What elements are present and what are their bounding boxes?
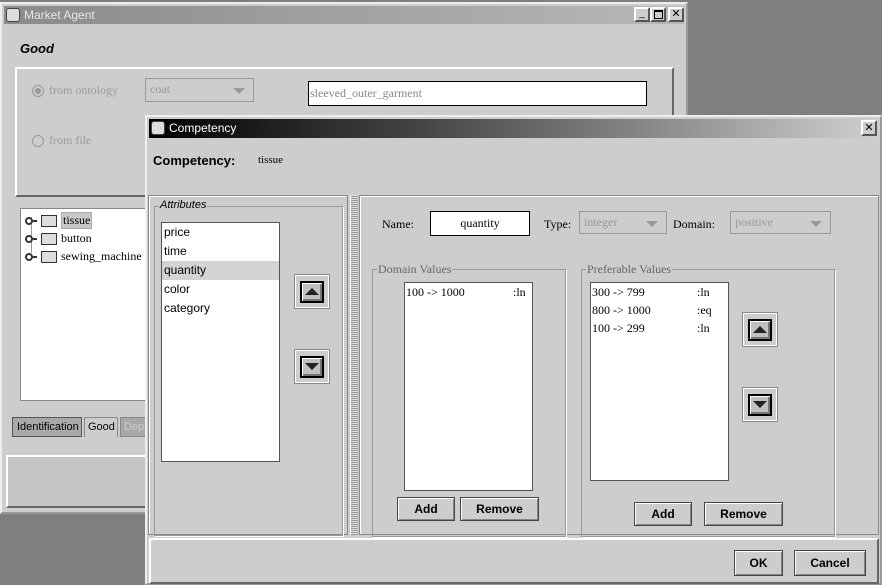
value-range: 100 -> 1000 xyxy=(406,285,465,299)
attribute-item[interactable]: category xyxy=(162,299,279,318)
value-range: 300 -> 799 xyxy=(592,285,645,299)
value-item[interactable]: 800 -> 1000 :eq xyxy=(591,301,728,319)
dialog-button-bar: OK Cancel xyxy=(149,538,879,584)
ontology-combo[interactable]: coat xyxy=(145,78,254,102)
preferable-add-button[interactable]: Add xyxy=(634,502,692,526)
competency-header-value: tissue xyxy=(258,154,284,166)
radio-label: from ontology xyxy=(49,83,118,97)
attributes-list[interactable]: price time quantity color category xyxy=(161,222,280,462)
competency-titlebar[interactable]: Competency ✕ xyxy=(149,119,879,138)
radio-label: from file xyxy=(49,133,92,147)
combo-value: coat xyxy=(150,82,170,96)
minimize-button[interactable]: _ xyxy=(634,7,650,22)
attributes-panel: Attributes price time quantity color categor… xyxy=(148,195,348,536)
radio-unselected-icon xyxy=(32,134,44,147)
expand-handle-icon[interactable] xyxy=(25,216,37,225)
tree-node-label: tissue xyxy=(61,212,93,229)
arrow-up-icon xyxy=(753,326,767,333)
domain-label: Domain: xyxy=(673,217,715,231)
radio-from-file[interactable]: from file xyxy=(32,133,91,148)
value-range: 800 -> 1000 xyxy=(592,303,651,317)
cancel-button[interactable]: Cancel xyxy=(794,550,866,576)
arrow-down-icon xyxy=(305,363,319,370)
attributes-legend: Attributes xyxy=(159,199,208,211)
tree-node[interactable]: sewing_machine xyxy=(25,248,142,265)
attribute-item[interactable]: price xyxy=(162,223,279,242)
value-range: 100 -> 299 xyxy=(592,321,645,335)
folder-icon xyxy=(41,232,57,245)
domain-add-button[interactable]: Add xyxy=(397,497,455,521)
ok-button[interactable]: OK xyxy=(734,550,783,576)
domain-combo[interactable]: positive xyxy=(730,211,831,234)
domain-values-list[interactable]: 100 -> 1000 :ln xyxy=(404,282,533,491)
value-operator: :eq xyxy=(697,303,712,317)
preferable-move-up-button[interactable] xyxy=(742,312,778,347)
chevron-down-icon xyxy=(810,221,822,227)
preferable-values-list[interactable]: 300 -> 799 :ln 800 -> 1000 :eq 100 -> 299 :ln xyxy=(590,282,729,481)
folder-icon xyxy=(41,250,57,263)
field-value: quantity xyxy=(460,216,500,230)
folder-icon xyxy=(41,214,57,227)
preferable-move-down-button[interactable] xyxy=(742,387,778,422)
window-title: Market Agent xyxy=(24,8,95,22)
domain-values-legend: Domain Values xyxy=(377,262,453,277)
name-field[interactable]: quantity xyxy=(430,211,530,236)
maximize-button[interactable] xyxy=(650,7,666,22)
dialog-title: Competency xyxy=(169,121,237,135)
combo-value: integer xyxy=(584,215,618,229)
value-item[interactable]: 300 -> 799 :ln xyxy=(591,283,728,301)
expand-handle-icon[interactable] xyxy=(25,252,37,261)
ontology-text-field[interactable]: sleeved_outer_garment xyxy=(308,81,647,106)
attribute-item[interactable]: color xyxy=(162,280,279,299)
attribute-item[interactable]: time xyxy=(162,242,279,261)
combo-value: positive xyxy=(735,215,773,229)
tree-node-label: button xyxy=(61,231,92,245)
value-operator: :ln xyxy=(697,321,710,335)
value-item[interactable]: 100 -> 299 :ln xyxy=(591,319,728,337)
split-pane-divider[interactable] xyxy=(350,195,358,535)
type-label: Type: xyxy=(544,217,572,231)
section-title: Good xyxy=(20,41,54,56)
type-combo[interactable]: integer xyxy=(579,211,667,234)
competency-header-label: Competency: xyxy=(153,153,236,168)
attribute-move-down-button[interactable] xyxy=(294,349,330,384)
goods-tree[interactable]: tissue button sewing_machine xyxy=(20,208,160,401)
app-icon xyxy=(151,121,165,135)
preferable-values-legend: Preferable Values xyxy=(586,262,673,277)
domain-remove-button[interactable]: Remove xyxy=(460,497,539,521)
chevron-down-icon xyxy=(646,221,658,227)
close-button[interactable]: ✕ xyxy=(668,7,684,22)
app-icon xyxy=(6,8,20,22)
attribute-move-up-button[interactable] xyxy=(294,274,330,309)
tree-node[interactable]: button xyxy=(25,230,92,247)
radio-selected-icon xyxy=(32,84,44,97)
tree-node[interactable]: tissue xyxy=(25,212,93,229)
competency-dialog: Competency ✕ Competency: tissue Attribut… xyxy=(145,115,882,585)
tab-identification[interactable]: Identification xyxy=(12,417,82,437)
name-label: Name: xyxy=(382,217,414,231)
tab-good[interactable]: Good xyxy=(84,417,118,437)
value-operator: :ln xyxy=(513,285,526,299)
preferable-remove-button[interactable]: Remove xyxy=(704,502,783,526)
field-value: sleeved_outer_garment xyxy=(310,86,422,100)
value-item[interactable]: 100 -> 1000 :ln xyxy=(405,283,532,301)
attribute-item[interactable]: quantity xyxy=(162,261,279,280)
close-button[interactable]: ✕ xyxy=(861,120,877,136)
value-operator: :ln xyxy=(697,285,710,299)
tab-bar: Identification Good Dep xyxy=(12,417,152,437)
chevron-down-icon xyxy=(233,88,245,94)
expand-handle-icon[interactable] xyxy=(25,234,37,243)
arrow-up-icon xyxy=(305,288,319,295)
tree-node-label: sewing_machine xyxy=(61,249,142,263)
arrow-down-icon xyxy=(753,401,767,408)
market-agent-titlebar[interactable]: Market Agent _ ✕ xyxy=(4,6,684,24)
radio-from-ontology[interactable]: from ontology xyxy=(32,83,118,98)
attribute-detail-panel: Name: quantity Type: integer Domain: pos… xyxy=(359,195,879,537)
